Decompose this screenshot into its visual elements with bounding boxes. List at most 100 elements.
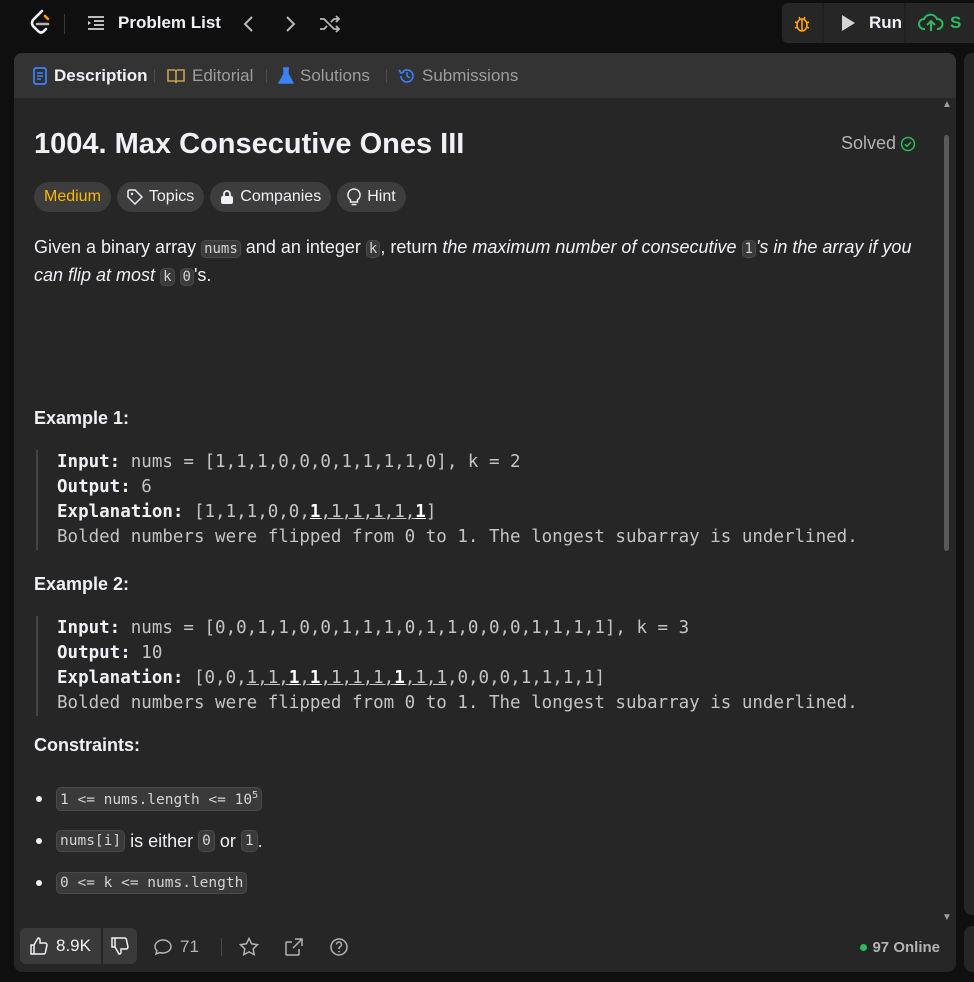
like-button[interactable]: 8.9K — [20, 928, 101, 964]
problem-tags: Medium Topics Companies Hint — [34, 182, 412, 212]
example-1-output: 6 — [130, 477, 152, 497]
tab-solutions[interactable]: Solutions — [278, 66, 370, 86]
flask-icon — [278, 67, 294, 84]
chevron-left-icon — [243, 16, 253, 32]
constraint-text: or — [214, 830, 241, 851]
bug-icon — [794, 16, 810, 32]
submit-button-label: S — [950, 13, 962, 32]
input-label: Input: — [57, 618, 121, 638]
help-icon[interactable] — [329, 937, 349, 957]
dislike-button[interactable] — [102, 928, 137, 964]
constraints-list: 1 <= nums.length <= 105 nums[i] is eithe… — [34, 778, 914, 904]
output-label: Output: — [57, 643, 131, 663]
example-1-explanation-line: Explanation: [1,1,1,0,0,1,1,1,1,1,1] — [57, 500, 937, 525]
explanation-label: Explanation: — [57, 668, 184, 688]
inline-code-zero: 0 — [179, 268, 194, 286]
thumbs-down-icon — [111, 937, 129, 955]
example-2-input-line: Input: nums = [0,0,1,1,0,0,1,1,1,0,1,1,0… — [57, 616, 937, 641]
list-item: 0 <= k <= nums.length — [34, 862, 914, 904]
vertical-scrollbar[interactable]: ▲ ▼ — [942, 99, 952, 923]
constraint-3-code: 0 <= k <= nums.length — [56, 872, 248, 894]
previous-problem-button[interactable] — [236, 12, 260, 36]
bullet — [36, 838, 42, 844]
share-icon[interactable] — [284, 937, 304, 957]
next-problem-button[interactable] — [279, 12, 303, 36]
desc-text: , return — [380, 237, 443, 257]
tag-icon — [127, 189, 143, 205]
hint-tag-button[interactable]: Hint — [337, 182, 406, 212]
thumbs-up-icon — [30, 937, 48, 955]
book-icon — [167, 69, 185, 84]
scroll-up-arrow-icon[interactable]: ▲ — [942, 99, 952, 110]
example-1-note: Bolded numbers were flipped from 0 to 1.… — [57, 527, 858, 547]
inline-code-nums: nums — [201, 240, 241, 258]
companies-tag-button[interactable]: Companies — [210, 182, 332, 212]
like-count: 8.9K — [56, 936, 91, 955]
shuffle-icon — [320, 15, 341, 33]
difficulty-badge: Medium — [34, 182, 111, 212]
desc-emphasis: the maximum number of consecutive — [442, 237, 742, 257]
desc-text: 's. — [193, 265, 212, 285]
solved-status: Solved — [841, 133, 916, 154]
example-2-output-line: Output: 10 — [57, 641, 937, 666]
tab-description[interactable]: Description — [32, 66, 148, 86]
comment-count: 71 — [180, 937, 199, 956]
example-2-explanation-array: [0,0,1,1,1,1,1,1,1,1,1,1,0,0,0,1,1,1,1] — [193, 668, 605, 688]
comment-icon — [154, 939, 172, 956]
desc-text: and an integer — [240, 237, 366, 257]
constraint-text: . — [257, 830, 263, 851]
example-1-input-line: Input: nums = [1,1,1,0,0,0,1,1,1,1,0], k… — [57, 450, 937, 475]
input-label: Input: — [57, 452, 121, 472]
random-problem-button[interactable] — [318, 12, 342, 36]
companies-label: Companies — [240, 188, 322, 205]
run-button-label: Run — [869, 13, 903, 32]
online-count: 97 Online — [872, 939, 940, 956]
constraint-text: is either — [125, 830, 199, 851]
document-icon — [33, 67, 47, 85]
example-2-title: Example 2: — [34, 574, 130, 594]
chevron-right-icon — [286, 16, 296, 32]
lock-icon — [221, 190, 234, 204]
example-1-input: nums = [1,1,1,0,0,0,1,1,1,1,0], k = 2 — [120, 452, 521, 472]
debug-button[interactable] — [782, 3, 822, 43]
constraint-2-zero: 0 — [198, 830, 215, 852]
inline-code-k: k — [160, 268, 175, 286]
bullet — [36, 796, 42, 802]
output-label: Output: — [57, 477, 131, 497]
topbar-divider — [64, 14, 65, 34]
history-icon — [398, 69, 414, 83]
problem-list-link[interactable]: Problem List — [118, 13, 221, 33]
leetcode-logo-icon[interactable] — [28, 9, 54, 37]
tab-submissions[interactable]: Submissions — [398, 66, 518, 86]
run-button[interactable]: Run — [824, 3, 904, 43]
tab-divider — [266, 69, 267, 83]
tab-editorial-label: Editorial — [192, 66, 254, 85]
example-2-explanation-line: Explanation: [0,0,1,1,1,1,1,1,1,1,1,1,0,… — [57, 666, 937, 691]
scrollbar-thumb[interactable] — [944, 135, 949, 551]
online-status: 97 Online — [860, 939, 940, 956]
problem-title[interactable]: 1004. Max Consecutive Ones III — [34, 128, 464, 161]
hint-label: Hint — [367, 188, 396, 205]
submit-button[interactable]: S — [906, 3, 974, 43]
list-item: 1 <= nums.length <= 105 — [34, 778, 914, 820]
problem-description: Given a binary array nums and an integer… — [34, 234, 934, 290]
inline-code-one: 1 — [741, 240, 756, 258]
example-1-block[interactable]: Input: nums = [1,1,1,0,0,0,1,1,1,1,0], k… — [36, 450, 937, 550]
description-content[interactable]: 1004. Max Consecutive Ones III Solved Me… — [14, 98, 944, 910]
constraints-title: Constraints: — [34, 735, 141, 755]
difficulty-label: Medium — [44, 188, 101, 205]
example-2-block[interactable]: Input: nums = [0,0,1,1,0,0,1,1,1,0,1,1,0… — [36, 616, 937, 716]
desc-text: Given a binary array — [34, 237, 202, 257]
constraint-2-code: nums[i] — [56, 830, 126, 852]
example-2-note: Bolded numbers were flipped from 0 to 1.… — [57, 693, 858, 713]
topics-tag-button[interactable]: Topics — [116, 182, 205, 212]
vote-group: 8.9K — [20, 928, 137, 964]
code-editor-panel-edge — [964, 53, 974, 915]
constraint-1-sup: 5 — [252, 790, 259, 802]
problem-list-icon[interactable] — [86, 13, 106, 33]
topics-label: Topics — [148, 188, 195, 205]
star-icon[interactable] — [239, 937, 259, 957]
example-1-explanation-array: [1,1,1,0,0,1,1,1,1,1,1] — [193, 502, 437, 522]
tab-editorial[interactable]: Editorial — [166, 66, 253, 86]
comments-button[interactable]: 71 — [154, 937, 199, 957]
